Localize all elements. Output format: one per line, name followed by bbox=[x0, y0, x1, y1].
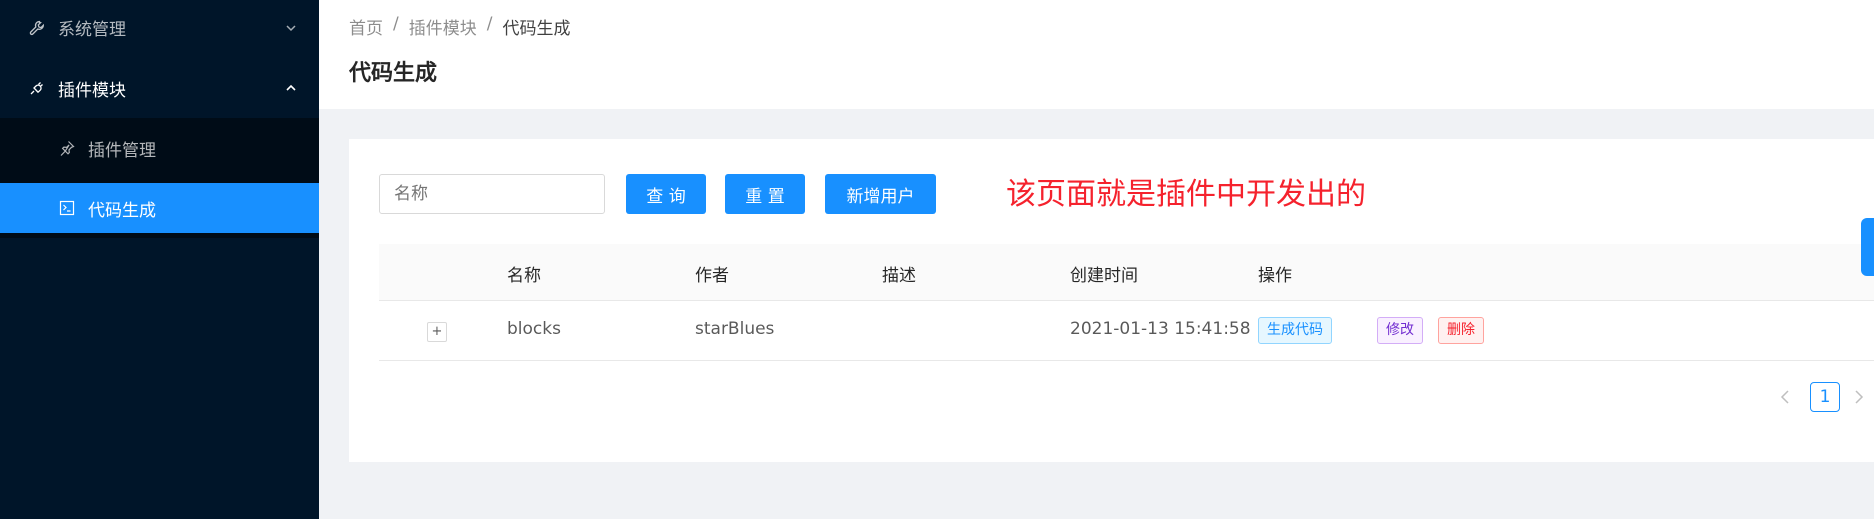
sidebar: 系统管理 插件模块 插件管理 代码生成 bbox=[0, 0, 319, 519]
wrench-icon bbox=[28, 19, 46, 37]
add-user-button[interactable]: 新增用户 bbox=[825, 174, 936, 214]
expand-row-button[interactable]: + bbox=[427, 322, 447, 342]
generate-code-button[interactable]: 生成代码 bbox=[1258, 317, 1332, 344]
chevron-up-icon bbox=[286, 84, 296, 91]
floating-side-tab[interactable] bbox=[1861, 218, 1874, 276]
chevron-right-icon[interactable] bbox=[1852, 387, 1866, 407]
column-header-author: 作者 bbox=[695, 266, 729, 286]
pushpin-icon bbox=[58, 139, 76, 157]
delete-button[interactable]: 删除 bbox=[1438, 317, 1484, 344]
cell-name: blocks bbox=[507, 319, 561, 339]
breadcrumb-module[interactable]: 插件模块 bbox=[409, 14, 477, 39]
page-header: 首页 / 插件模块 / 代码生成 代码生成 bbox=[319, 0, 1874, 109]
code-icon bbox=[58, 199, 76, 217]
breadcrumb-separator: / bbox=[486, 14, 493, 34]
name-search-input[interactable] bbox=[379, 174, 605, 214]
sidebar-item-label: 系统管理 bbox=[58, 20, 126, 40]
cell-author: starBlues bbox=[695, 319, 775, 339]
breadcrumb-home[interactable]: 首页 bbox=[349, 14, 383, 39]
edit-button[interactable]: 修改 bbox=[1377, 317, 1423, 344]
column-header-created-time: 创建时间 bbox=[1070, 266, 1138, 286]
cell-created-time: 2021-01-13 15:41:58 bbox=[1070, 319, 1251, 339]
sidebar-item-plugin-module[interactable]: 插件模块 bbox=[0, 58, 319, 118]
content-card: 查 询 重 置 新增用户 该页面就是插件中开发出的 名称 作者 描述 创建时间 … bbox=[349, 139, 1874, 462]
sidebar-item-label: 插件模块 bbox=[58, 80, 126, 101]
sidebar-item-label: 代码生成 bbox=[88, 200, 156, 221]
table-header: 名称 作者 描述 创建时间 操作 bbox=[379, 244, 1874, 301]
column-header-description: 描述 bbox=[882, 266, 916, 286]
breadcrumb: 首页 / 插件模块 / 代码生成 bbox=[349, 14, 570, 39]
table-row: + blocks starBlues 2021-01-13 15:41:58 生… bbox=[379, 301, 1874, 361]
data-table: 名称 作者 描述 创建时间 操作 + blocks starBlues 2021… bbox=[379, 244, 1874, 361]
chevron-left-icon[interactable] bbox=[1778, 387, 1792, 407]
page-number-current[interactable]: 1 bbox=[1810, 382, 1840, 412]
column-header-name: 名称 bbox=[507, 266, 541, 286]
plug-icon bbox=[28, 79, 46, 97]
pagination: 1 bbox=[1774, 382, 1874, 412]
breadcrumb-separator: / bbox=[393, 14, 399, 34]
column-header-actions: 操作 bbox=[1258, 266, 1292, 286]
page-title: 代码生成 bbox=[349, 61, 438, 86]
breadcrumb-current: 代码生成 bbox=[502, 19, 571, 39]
sidebar-item-system[interactable]: 系统管理 bbox=[0, 0, 319, 55]
sidebar-item-label: 插件管理 bbox=[88, 140, 156, 161]
reset-button[interactable]: 重 置 bbox=[725, 174, 805, 214]
query-button[interactable]: 查 询 bbox=[626, 174, 706, 214]
annotation-text: 该页面就是插件中开发出的 bbox=[1006, 177, 1366, 212]
chevron-down-icon bbox=[286, 24, 296, 31]
sidebar-item-code-gen[interactable]: 代码生成 bbox=[0, 183, 319, 233]
sidebar-item-plugin-manage[interactable]: 插件管理 bbox=[0, 118, 319, 178]
